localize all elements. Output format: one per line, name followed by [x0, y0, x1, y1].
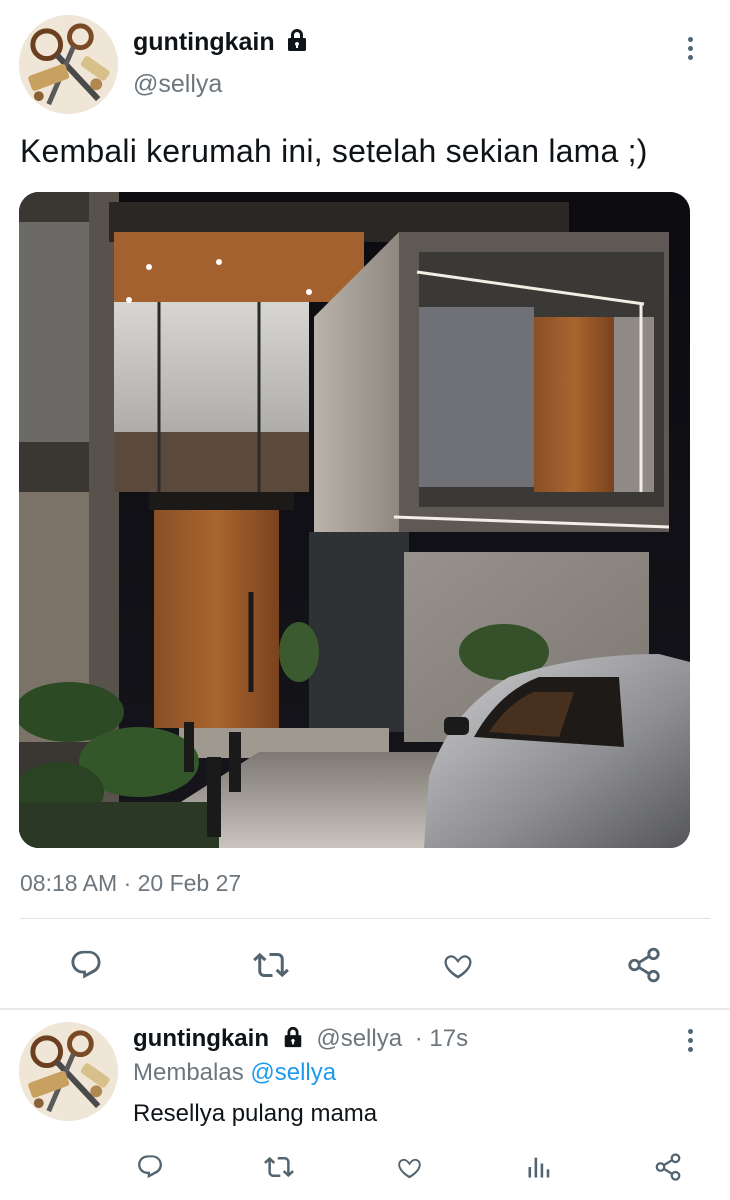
- more-options-icon[interactable]: [675, 28, 705, 68]
- reply-retweet-button[interactable]: [261, 1150, 297, 1184]
- modern-house-photo: [19, 192, 690, 848]
- reply-icon: [138, 1155, 162, 1179]
- retweet-icon: [253, 952, 289, 978]
- avatar-sewing-tools-image: [19, 1022, 118, 1121]
- share-icon: [628, 947, 660, 983]
- timestamp-divider: [20, 918, 710, 919]
- reply-views-button[interactable]: [521, 1150, 557, 1184]
- like-icon: [444, 955, 472, 979]
- reply-author-avatar[interactable]: [19, 1022, 118, 1121]
- like-button[interactable]: [436, 945, 480, 985]
- author-avatar[interactable]: [19, 15, 118, 114]
- reply-reply-button[interactable]: [132, 1150, 168, 1184]
- reply-age[interactable]: 17s: [429, 1025, 468, 1052]
- share-button[interactable]: [622, 945, 666, 985]
- lock-icon: [285, 28, 309, 57]
- tweet-divider: [0, 1008, 730, 1010]
- replying-to: Membalas @sellya: [133, 1059, 336, 1087]
- retweet-icon: [264, 1156, 294, 1178]
- share-icon: [655, 1153, 681, 1181]
- reply-separator: ·: [414, 1025, 423, 1052]
- like-icon: [397, 1158, 421, 1179]
- reply-author-name[interactable]: guntingkain: [133, 1025, 269, 1052]
- retweet-button[interactable]: [249, 945, 293, 985]
- author-name-row: guntingkain: [133, 28, 309, 57]
- author-name[interactable]: guntingkain: [133, 28, 275, 56]
- lock-icon: [282, 1026, 304, 1055]
- reply-text: Resellya pulang mama: [133, 1100, 378, 1127]
- reply-author-handle[interactable]: @sellya: [316, 1025, 402, 1052]
- reply-like-button[interactable]: [391, 1150, 427, 1184]
- avatar-sewing-tools-image: [19, 15, 118, 114]
- views-icon: [528, 1157, 550, 1178]
- tweet-timestamp[interactable]: 08:18 AM · 20 Feb 27: [20, 870, 241, 897]
- reply-share-button[interactable]: [650, 1150, 686, 1184]
- reply-icon: [71, 950, 101, 979]
- author-handle[interactable]: @sellya: [133, 70, 222, 99]
- replying-mention[interactable]: @sellya: [250, 1059, 336, 1086]
- tweet-text: Kembali kerumah ini, setelah sekian lama…: [20, 133, 648, 169]
- replying-label: Membalas: [133, 1059, 244, 1086]
- reply-more-options-icon[interactable]: [675, 1020, 705, 1060]
- reply-button[interactable]: [64, 945, 108, 985]
- reply-header: guntingkain @sellya · 17s: [133, 1025, 468, 1055]
- tweet-photo[interactable]: [19, 192, 690, 848]
